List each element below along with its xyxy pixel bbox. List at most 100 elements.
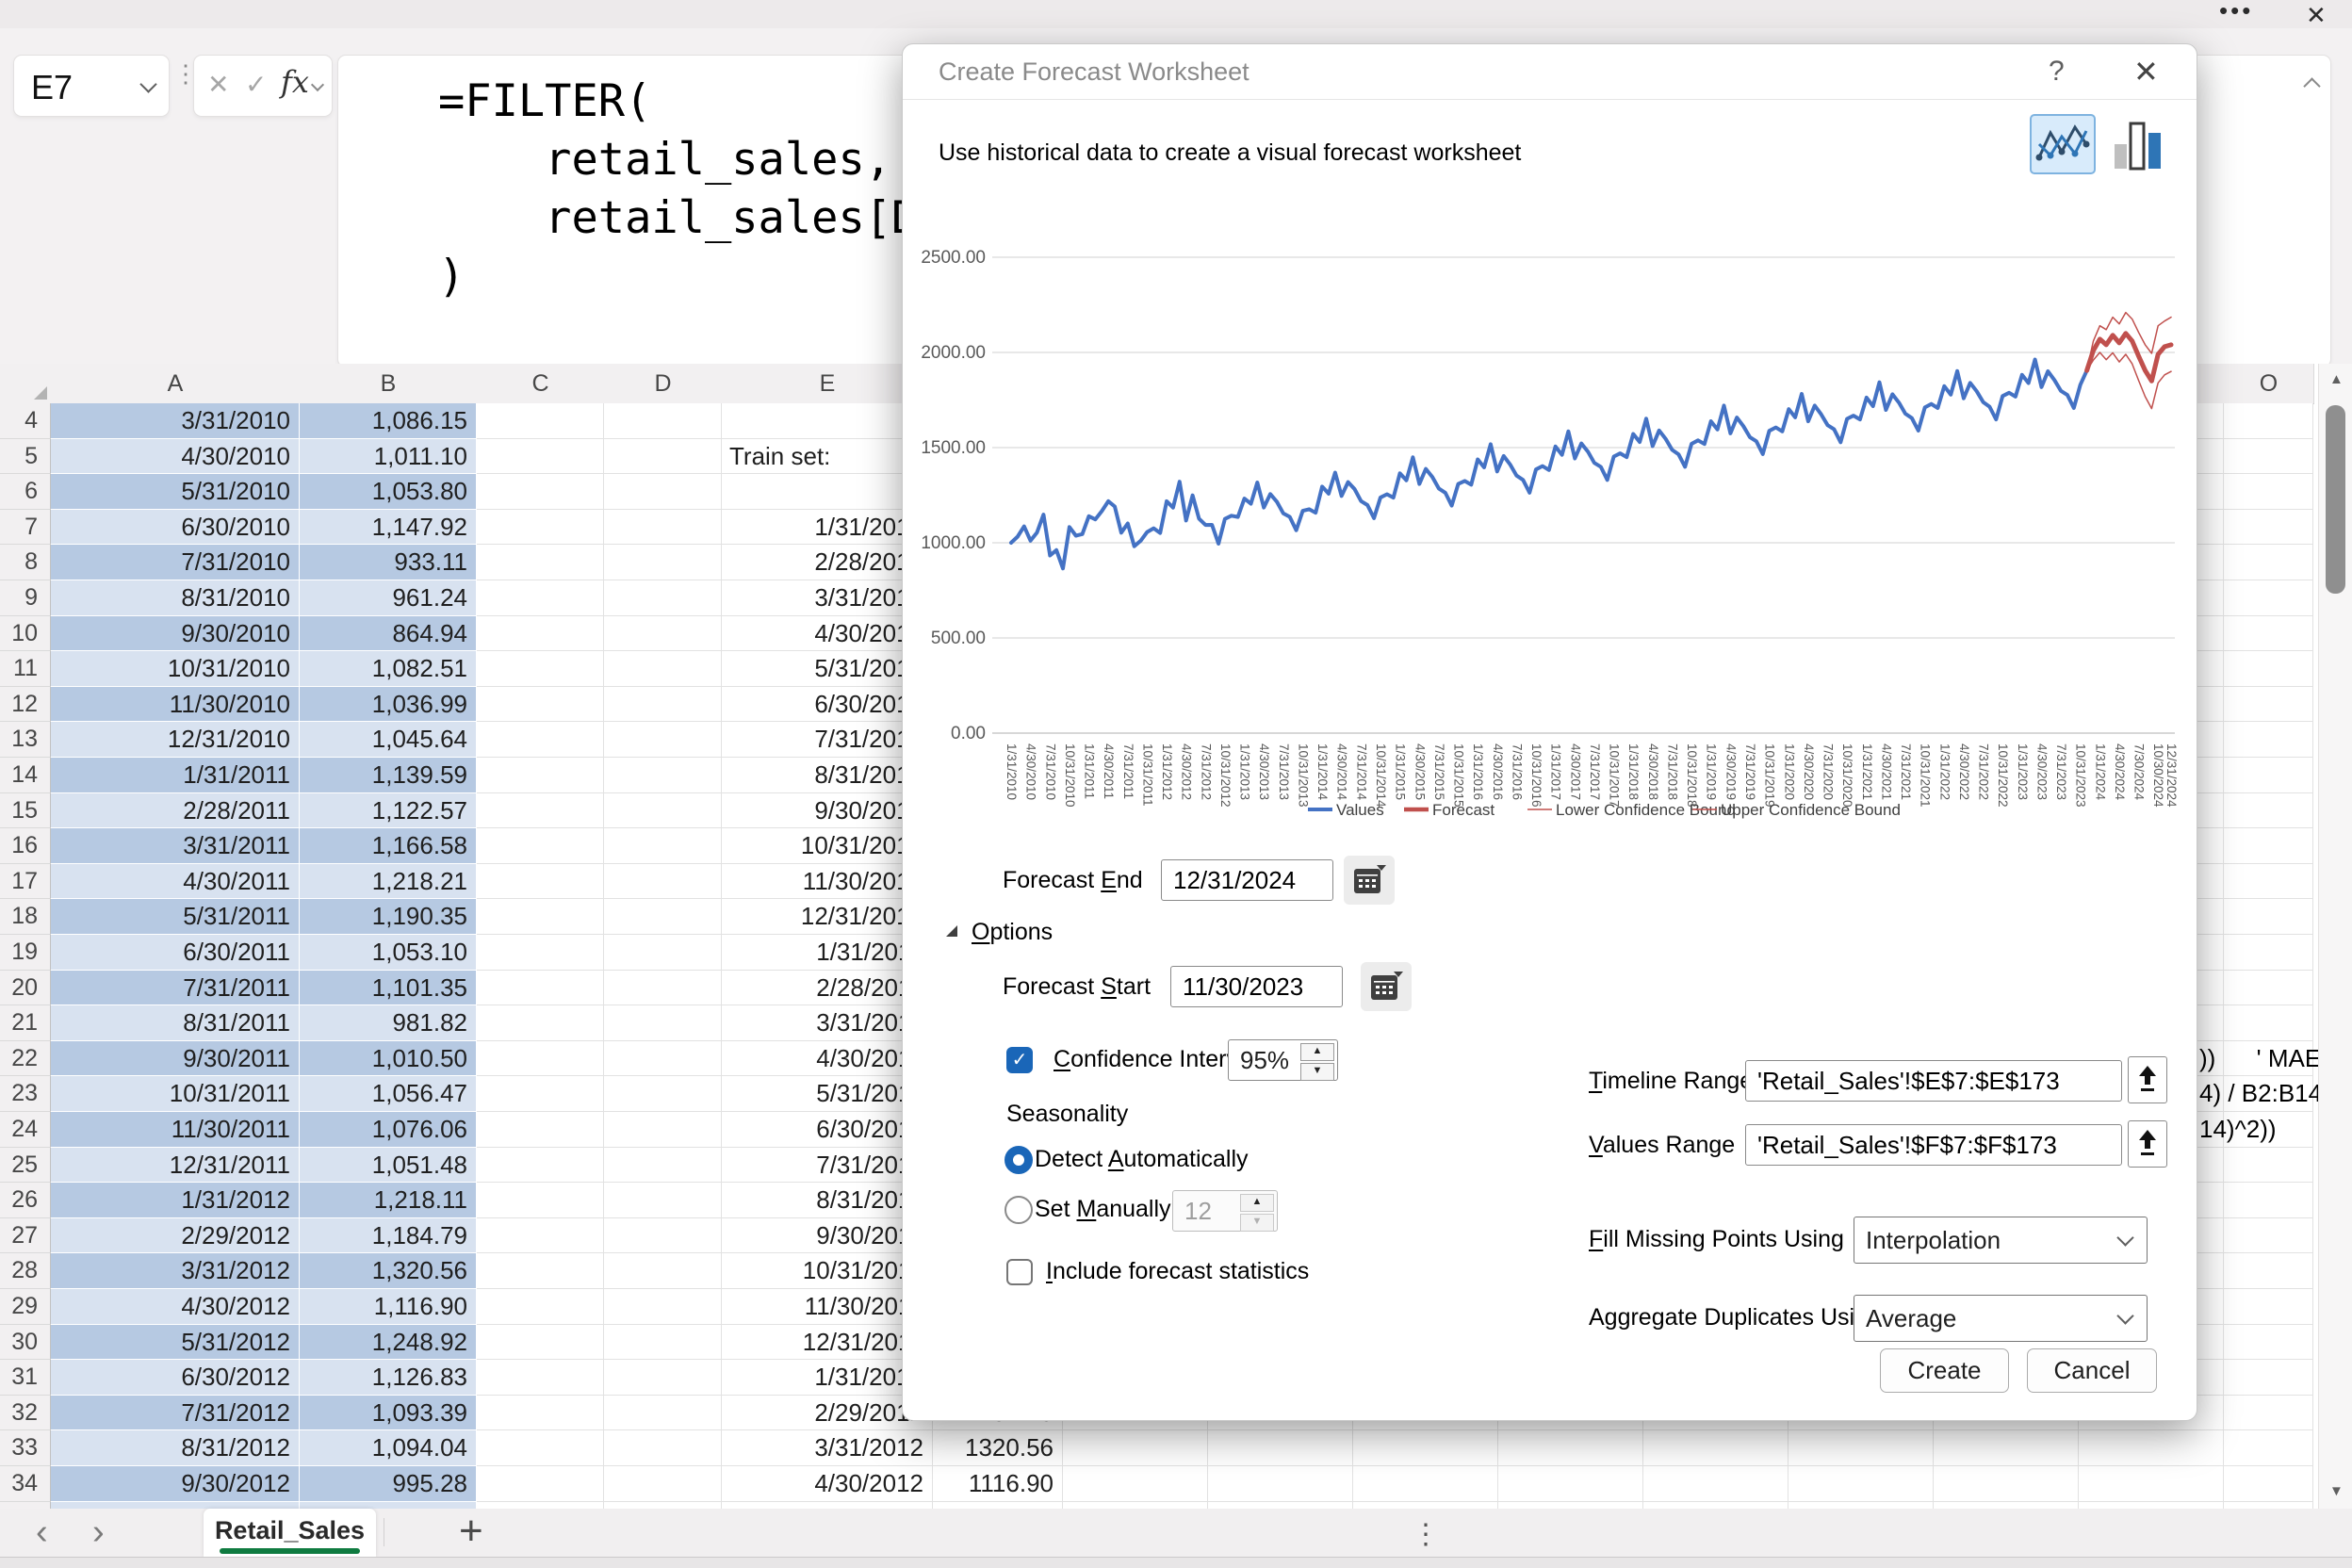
grid-cell[interactable] bbox=[2224, 1325, 2313, 1361]
row-header[interactable]: 33 bbox=[0, 1430, 51, 1466]
row-header[interactable]: 24 bbox=[0, 1112, 51, 1148]
grid-cell[interactable]: 1116.90 bbox=[933, 1466, 1063, 1502]
grid-cell[interactable] bbox=[477, 1005, 604, 1041]
row-header[interactable]: 23 bbox=[0, 1076, 51, 1112]
timeline-range-input[interactable]: 'Retail_Sales'!$E$7:$E$173 bbox=[1745, 1060, 2122, 1102]
include-forecast-statistics-checkbox[interactable] bbox=[1006, 1259, 1033, 1285]
row-header[interactable]: 12 bbox=[0, 687, 51, 723]
grid-cell[interactable] bbox=[2224, 758, 2313, 793]
grid-cell[interactable]: 1,184.79 bbox=[300, 1218, 477, 1254]
grid-cell[interactable] bbox=[477, 1396, 604, 1431]
grid-cell[interactable] bbox=[604, 935, 722, 971]
grid-cell[interactable] bbox=[2079, 1430, 2224, 1466]
row-header[interactable]: 4 bbox=[0, 403, 51, 439]
grid-cell[interactable]: 12/31/2010 bbox=[51, 722, 300, 758]
grid-cell[interactable] bbox=[477, 545, 604, 580]
grid-cell[interactable] bbox=[477, 899, 604, 935]
cell-reference[interactable]: E7 bbox=[31, 68, 73, 107]
grid-cell[interactable]: 1,056.47 bbox=[300, 1076, 477, 1112]
timeline-range-select-button[interactable] bbox=[2128, 1056, 2167, 1103]
window-close-icon[interactable]: ✕ bbox=[2306, 1, 2327, 29]
grid-cell[interactable]: 10/31/2011 bbox=[51, 1076, 300, 1112]
name-box-chevron-icon[interactable] bbox=[139, 75, 156, 92]
forecast-start-input[interactable]: 11/30/2023 bbox=[1170, 966, 1343, 1007]
grid-cell[interactable] bbox=[2224, 722, 2313, 758]
grid-cell[interactable] bbox=[1934, 1430, 2079, 1466]
scroll-up-icon[interactable]: ▲ bbox=[2329, 371, 2344, 387]
cancel-formula-icon[interactable]: ✕ bbox=[207, 69, 229, 100]
grid-cell[interactable] bbox=[933, 1502, 1063, 1509]
row-header[interactable]: 34 bbox=[0, 1466, 51, 1502]
grid-cell[interactable] bbox=[1643, 1430, 1788, 1466]
grid-cell[interactable] bbox=[1353, 1502, 1498, 1509]
grid-cell[interactable] bbox=[604, 1502, 722, 1509]
grid-cell[interactable]: 1,218.21 bbox=[300, 864, 477, 900]
column-header-c[interactable]: C bbox=[477, 364, 605, 404]
prev-sheet-icon[interactable]: ‹ bbox=[36, 1509, 48, 1557]
grid-cell[interactable] bbox=[2224, 1183, 2313, 1218]
row-header[interactable]: 28 bbox=[0, 1253, 51, 1289]
grid-cell[interactable] bbox=[477, 1112, 604, 1148]
row-header[interactable]: 16 bbox=[0, 828, 51, 864]
dialog-help-icon[interactable]: ? bbox=[2049, 56, 2065, 88]
grid-cell[interactable]: 12/31/2011 bbox=[51, 1148, 300, 1184]
grid-cell[interactable] bbox=[604, 1253, 722, 1289]
grid-cell[interactable] bbox=[604, 439, 722, 475]
grid-cell[interactable]: 7/31/2011 bbox=[51, 971, 300, 1006]
grid-cell[interactable]: 864.94 bbox=[300, 616, 477, 652]
grid-cell[interactable]: 933.11 bbox=[300, 545, 477, 580]
grid-cell[interactable]: 5/31/2012 bbox=[51, 1325, 300, 1361]
grid-cell[interactable] bbox=[477, 971, 604, 1006]
grid-cell[interactable] bbox=[604, 1005, 722, 1041]
grid-cell[interactable]: 1/31/2011 bbox=[51, 758, 300, 793]
enter-formula-icon[interactable]: ✓ bbox=[245, 69, 267, 100]
grid-cell[interactable] bbox=[2224, 1218, 2313, 1254]
grid-cell[interactable] bbox=[477, 1502, 604, 1509]
grid-cell[interactable] bbox=[2224, 1360, 2313, 1396]
grid-cell[interactable] bbox=[477, 1076, 604, 1112]
grid-cell[interactable] bbox=[604, 1360, 722, 1396]
grid-cell[interactable] bbox=[1063, 1466, 1208, 1502]
grid-cell[interactable] bbox=[2224, 616, 2313, 652]
grid-cell[interactable]: 1,053.10 bbox=[300, 935, 477, 971]
grid-cell[interactable]: 1,093.39 bbox=[300, 1396, 477, 1431]
row-header[interactable]: 31 bbox=[0, 1360, 51, 1396]
grid-cell[interactable] bbox=[604, 1041, 722, 1077]
forecast-end-input[interactable]: 12/31/2024 bbox=[1161, 859, 1333, 901]
row-header[interactable]: 25 bbox=[0, 1148, 51, 1184]
grid-cell[interactable] bbox=[1934, 1466, 2079, 1502]
column-header-b[interactable]: B bbox=[300, 364, 478, 404]
row-header[interactable]: 5 bbox=[0, 439, 51, 475]
grid-cell[interactable] bbox=[604, 1289, 722, 1325]
grid-cell[interactable]: 8/31/2011 bbox=[51, 1005, 300, 1041]
grid-cell[interactable]: 1,126.83 bbox=[300, 1360, 477, 1396]
grid-cell[interactable] bbox=[604, 510, 722, 546]
grid-cell[interactable] bbox=[2224, 580, 2313, 616]
row-header[interactable]: 32 bbox=[0, 1396, 51, 1431]
grid-cell[interactable]: 1/31/2012 bbox=[51, 1183, 300, 1218]
grid-cell[interactable] bbox=[604, 722, 722, 758]
grid-cell[interactable]: 6/30/2011 bbox=[51, 935, 300, 971]
grid-cell[interactable] bbox=[477, 1430, 604, 1466]
grid-cell[interactable] bbox=[477, 651, 604, 687]
collapse-formula-bar-icon[interactable] bbox=[2303, 77, 2320, 94]
grid-cell[interactable] bbox=[2224, 1396, 2313, 1431]
grid-cell[interactable] bbox=[604, 793, 722, 829]
grid-cell[interactable] bbox=[477, 1466, 604, 1502]
column-header-a[interactable]: A bbox=[51, 364, 301, 404]
grid-cell[interactable]: 1,320.56 bbox=[300, 1253, 477, 1289]
grid-cell[interactable] bbox=[722, 1502, 933, 1509]
forecast-end-calendar-button[interactable] bbox=[1344, 856, 1395, 905]
row-header[interactable]: 19 bbox=[0, 935, 51, 971]
confidence-interval-spinner[interactable]: 95% ▲ ▼ bbox=[1228, 1039, 1338, 1081]
grid-cell[interactable] bbox=[2224, 1502, 2313, 1509]
cancel-button[interactable]: Cancel bbox=[2027, 1348, 2157, 1393]
insert-function-icon[interactable]: fx bbox=[281, 64, 309, 100]
row-header[interactable]: 30 bbox=[0, 1325, 51, 1361]
bar-chart-type-button[interactable] bbox=[2109, 116, 2167, 172]
grid-cell[interactable]: 2/29/2012 bbox=[51, 1218, 300, 1254]
grid-cell[interactable] bbox=[604, 828, 722, 864]
grid-cell[interactable] bbox=[477, 1183, 604, 1218]
grid-cell[interactable] bbox=[604, 1112, 722, 1148]
select-all-corner[interactable] bbox=[0, 364, 52, 404]
